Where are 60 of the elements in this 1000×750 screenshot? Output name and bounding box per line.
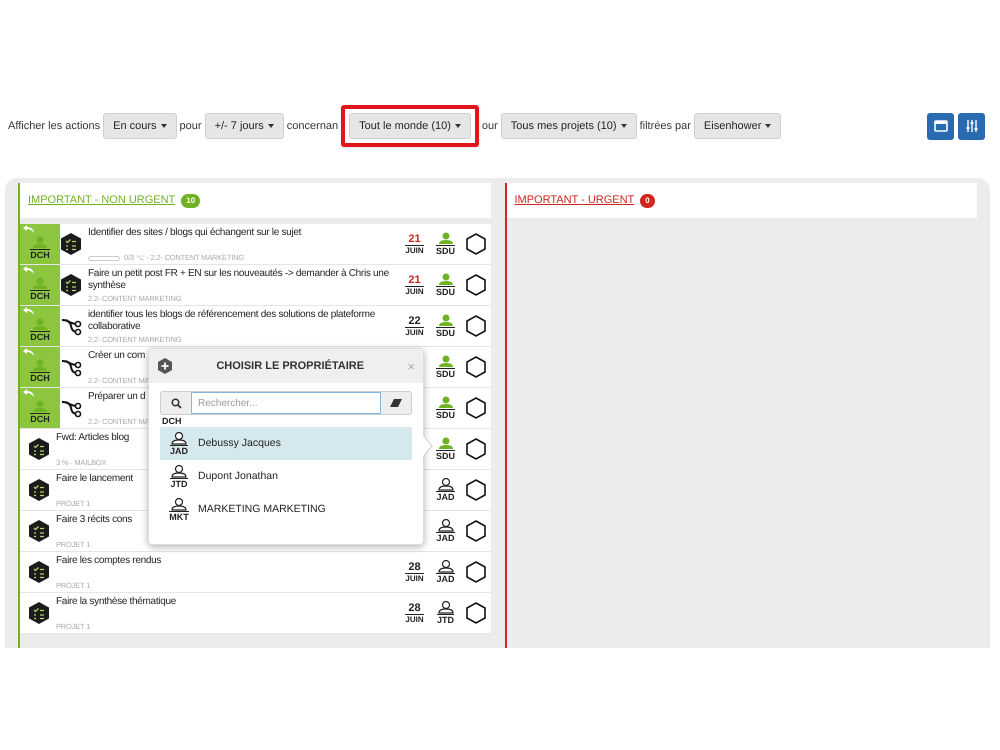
- hexagon-checkbox[interactable]: [466, 561, 486, 583]
- due-date: 21 JUIN: [405, 274, 424, 296]
- task-title[interactable]: Identifier des sites / blogs qui échangent sur le sujet: [88, 227, 398, 239]
- view-mode-button[interactable]: [927, 112, 954, 140]
- caret-icon: [268, 124, 274, 128]
- checklist-icon: [28, 519, 50, 543]
- hexagon-checkbox[interactable]: [466, 233, 486, 255]
- filter-label: our: [482, 118, 498, 134]
- filter-label: filtrées par: [640, 118, 691, 134]
- hexagon-checkbox[interactable]: [466, 520, 486, 542]
- plus-hexagon-icon: [157, 357, 173, 375]
- caret-icon: [454, 124, 461, 128]
- checklist-icon: [28, 560, 50, 584]
- due-date: 22 JUIN: [405, 316, 424, 336]
- owner-initials[interactable]: DCH: [162, 417, 182, 426]
- caret-icon: [765, 124, 772, 128]
- checklist-icon: [28, 601, 50, 625]
- popover-title: CHOISIR LE PROPRIÉTAIRE: [215, 358, 366, 374]
- filter-dropdown[interactable]: En cours: [103, 113, 177, 139]
- due-date: 21 JUIN: [405, 234, 424, 254]
- checklist-icon: [28, 478, 50, 502]
- hexagon-checkbox[interactable]: [466, 315, 486, 337]
- filter-label: concernan: [286, 118, 338, 134]
- hexagon-checkbox[interactable]: [466, 602, 486, 624]
- settings-button[interactable]: [958, 112, 985, 140]
- owner-option[interactable]: JAD Debussy Jacques: [160, 427, 412, 460]
- task-title[interactable]: Faire un petit post FR + EN sur les nouveautés -> demander à Chris une synthèse: [88, 268, 398, 292]
- hexagon-checkbox[interactable]: [466, 479, 486, 501]
- task-title[interactable]: Faire les comptes rendus: [56, 555, 398, 567]
- hexagon-checkbox[interactable]: [466, 397, 486, 419]
- filter-dropdown[interactable]: Tout le monde (10): [349, 113, 471, 139]
- filter-dropdown[interactable]: Eisenhower: [694, 113, 782, 139]
- caret-icon: [160, 124, 167, 128]
- branch-icon: [60, 398, 82, 418]
- eraser-icon: [390, 399, 402, 407]
- hexagon-checkbox[interactable]: [466, 438, 486, 460]
- branch-icon: [60, 316, 82, 336]
- reply-icon: [23, 225, 35, 233]
- filter-dropdown[interactable]: Tous mes projets (10): [500, 113, 637, 139]
- due-date: 28 JUIN: [405, 602, 424, 624]
- search-field[interactable]: Rechercher...: [191, 392, 381, 414]
- task-title[interactable]: identifier tous les blogs de référencement des solutions de plateforme collaborative: [88, 309, 398, 333]
- search-icon: [170, 398, 182, 408]
- checklist-icon: [28, 437, 50, 461]
- checklist-icon: [60, 273, 82, 297]
- window-icon: [934, 120, 948, 132]
- due-date: 28 JUIN: [405, 562, 424, 582]
- filter-label: pour: [180, 118, 202, 134]
- caret-icon: [620, 124, 627, 128]
- checklist-icon: [60, 232, 82, 256]
- hexagon-checkbox[interactable]: [466, 356, 486, 378]
- filter-dropdown[interactable]: +/- 7 jours: [204, 113, 284, 139]
- hexagon-checkbox[interactable]: [466, 274, 486, 296]
- sliders-icon: [964, 119, 978, 133]
- branch-icon: [60, 357, 82, 377]
- column-title[interactable]: IMPORTANT - URGENT: [514, 192, 634, 209]
- filter-label: Afficher les actions: [8, 118, 100, 134]
- task-title[interactable]: Faire la synthèse thématique: [56, 596, 398, 608]
- count-badge: 0: [640, 194, 655, 208]
- count-badge: 10: [181, 194, 200, 208]
